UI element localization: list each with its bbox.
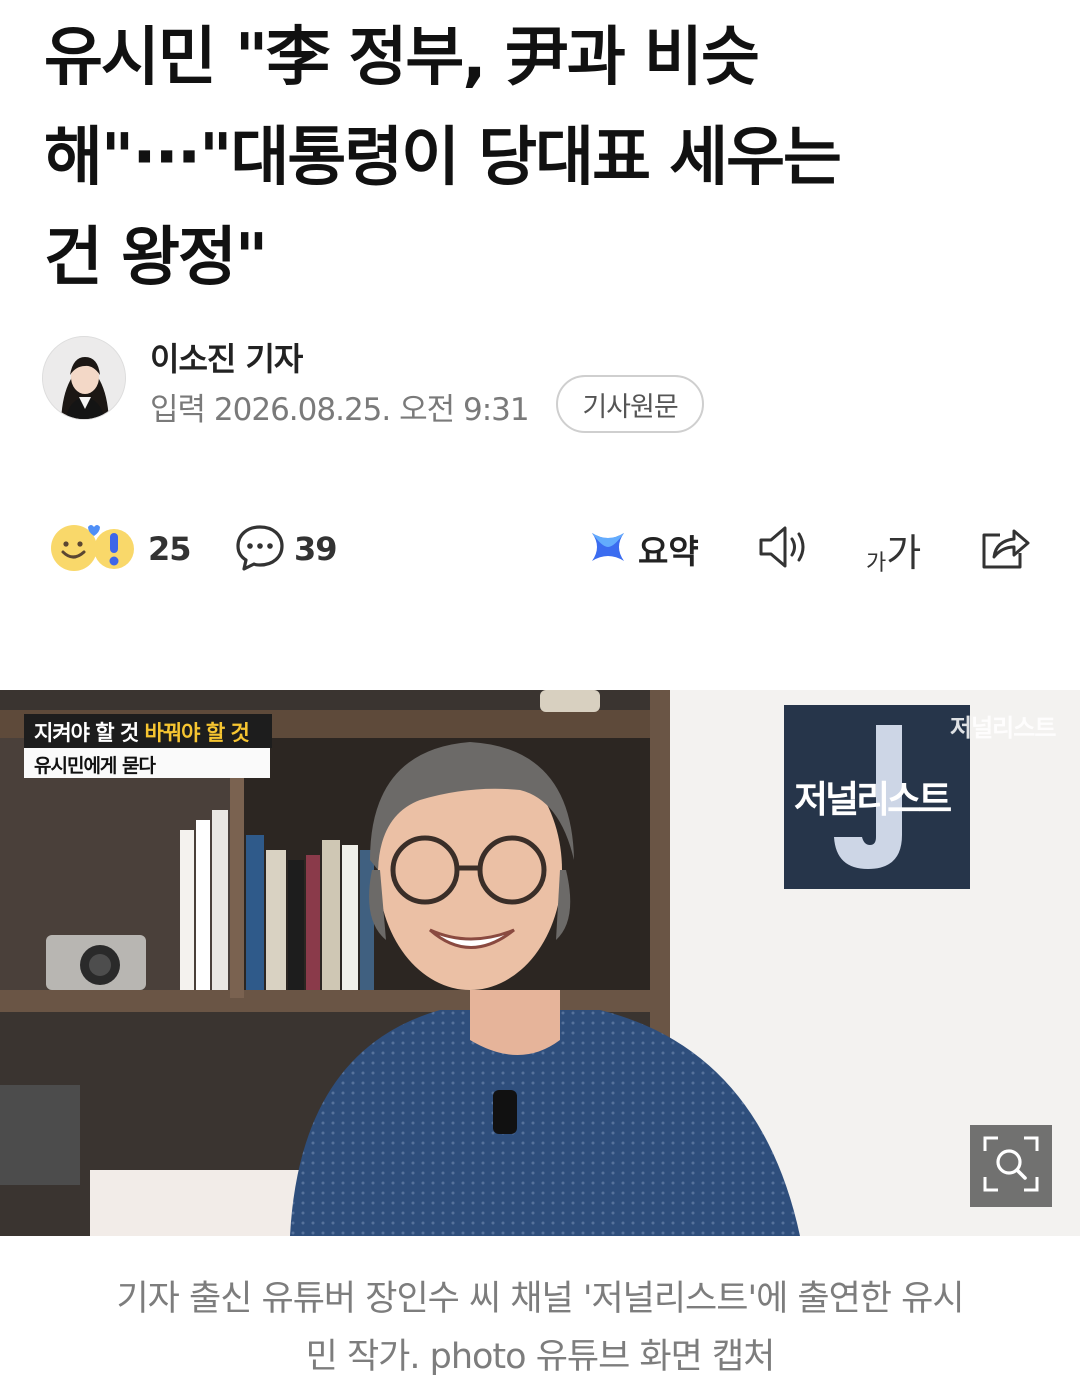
video-overlay-title: 지켜야 할 것 바꿔야 할 것 bbox=[24, 714, 272, 748]
share-button[interactable] bbox=[978, 516, 1032, 582]
caption-line-2: 민 작가. photo 유튜브 화면 캡처 bbox=[305, 1337, 776, 1377]
original-article-button[interactable]: 기사원문 bbox=[556, 375, 704, 433]
comment-icon bbox=[234, 521, 286, 577]
article-photo[interactable]: 지켜야 할 것 바꿔야 할 것 유시민에게 묻다 저널리스트 저널리스트 bbox=[0, 690, 1080, 1236]
photo-caption: 기자 출신 유튜버 장인수 씨 채널 '저널리스트'에 출연한 유시 민 작가.… bbox=[40, 1270, 1040, 1386]
channel-watermark: 저널리스트 bbox=[950, 714, 1056, 742]
article-headline: 유시민 "李 정부, 尹과 비슷 해"···"대통령이 당대표 세우는 건 왕정… bbox=[44, 8, 1044, 308]
font-size-large-label: 가 bbox=[886, 530, 922, 575]
summary-button[interactable]: 요약 bbox=[588, 516, 699, 582]
byline: 이소진 기자 입력 2026.08.25. 오전 9:31 기사원문 bbox=[42, 334, 1042, 433]
video-overlay-subtitle: 유시민에게 묻다 bbox=[24, 748, 270, 778]
share-icon bbox=[978, 521, 1032, 577]
publish-date: 입력 2026.08.25. 오전 9:31 bbox=[150, 392, 530, 428]
font-size-button[interactable]: 가 가 bbox=[866, 516, 921, 582]
comment-count: 39 bbox=[294, 530, 338, 568]
text-size-icon: 가 가 bbox=[866, 522, 921, 577]
reaction-emoji-icon bbox=[48, 519, 136, 579]
reaction-count: 25 bbox=[148, 530, 192, 568]
reaction-button[interactable]: 25 bbox=[48, 516, 192, 582]
comment-button[interactable]: 39 bbox=[234, 516, 338, 582]
tts-button[interactable] bbox=[756, 516, 812, 582]
summary-label: 요약 bbox=[638, 532, 699, 571]
caption-line-1: 기자 출신 유튜버 장인수 씨 채널 '저널리스트'에 출연한 유시 bbox=[116, 1279, 964, 1319]
font-size-small-label: 가 bbox=[866, 550, 887, 576]
board-logo-text: 저널리스트 bbox=[794, 778, 952, 821]
reporter-avatar[interactable] bbox=[42, 336, 126, 420]
headline-line-2: 해"···"대통령이 당대표 세우는 bbox=[44, 121, 842, 195]
article-toolbar: 25 39 요약 가 가 bbox=[0, 516, 1080, 582]
speaker-icon bbox=[756, 523, 812, 575]
headline-line-1: 유시민 "李 정부, 尹과 비슷 bbox=[44, 21, 760, 95]
overlay-title-white: 지켜야 할 것 bbox=[34, 721, 145, 745]
zoom-search-icon bbox=[982, 1135, 1040, 1197]
channel-logo-board: 저널리스트 bbox=[784, 705, 970, 889]
photo-zoom-button[interactable] bbox=[970, 1125, 1052, 1207]
headline-line-3: 건 왕정" bbox=[44, 221, 268, 295]
summary-icon bbox=[588, 527, 628, 571]
reporter-name[interactable]: 이소진 기자 bbox=[150, 334, 303, 380]
overlay-title-yellow: 바꿔야 할 것 bbox=[144, 721, 250, 745]
